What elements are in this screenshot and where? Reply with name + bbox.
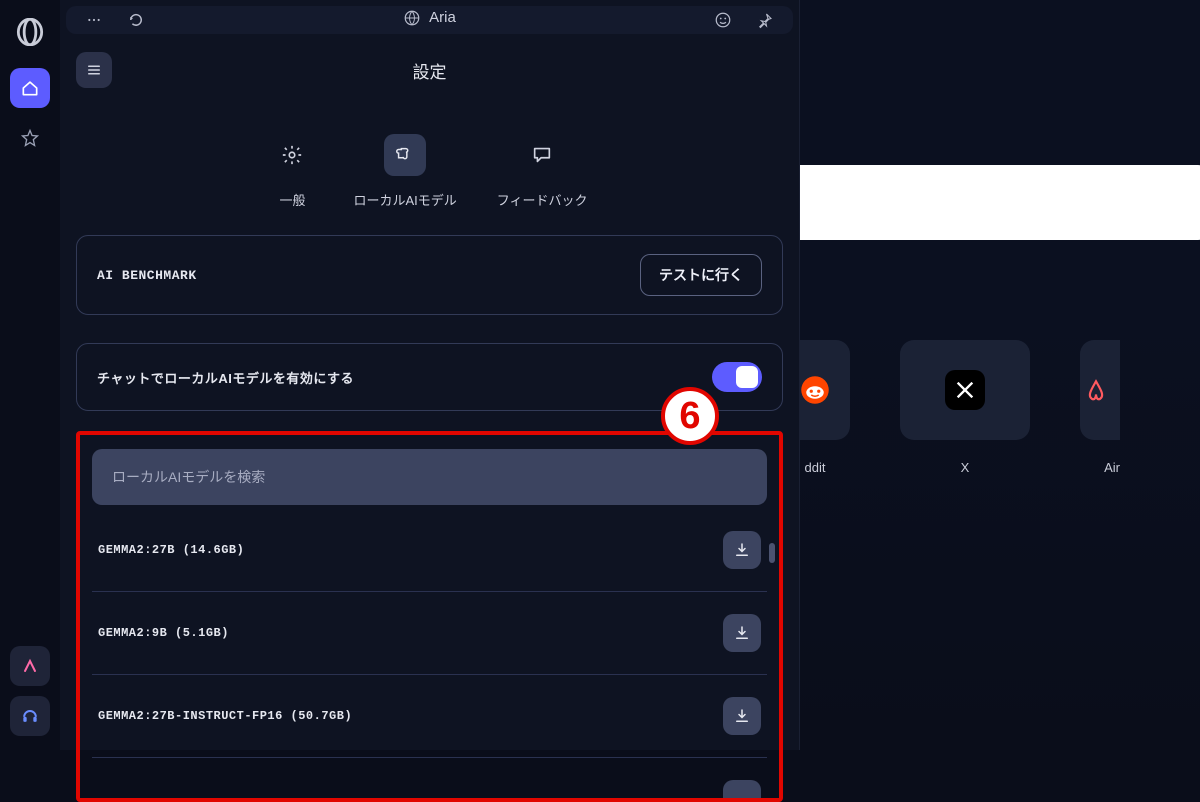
model-row: GEMMA2:27B-INSTRUCT-FP16 (50.7GB) xyxy=(92,675,767,758)
tab-label: 一般 xyxy=(279,190,305,209)
speed-dial-label: Air xyxy=(1080,460,1120,475)
tab-general[interactable]: 一般 xyxy=(271,134,313,209)
download-button[interactable] xyxy=(723,614,761,652)
enable-local-label: チャットでローカルAIモデルを有効にする xyxy=(97,368,354,387)
speed-dial-tile-x[interactable] xyxy=(900,340,1030,440)
download-button[interactable] xyxy=(723,697,761,735)
chat-icon xyxy=(521,134,563,176)
download-icon xyxy=(733,541,751,559)
tab-label: フィードバック xyxy=(497,190,588,209)
tab-local-ai[interactable]: ローカルAIモデル xyxy=(353,134,456,209)
rail-home[interactable] xyxy=(10,68,50,108)
model-row xyxy=(92,758,767,798)
benchmark-card: AI BENCHMARK テストに行く xyxy=(76,235,783,315)
model-search-input[interactable]: ローカルAIモデルを検索 xyxy=(92,449,767,505)
annotation-callout: 6 xyxy=(661,387,719,445)
gear-icon xyxy=(271,134,313,176)
model-row: GEMMA2:9B (5.1GB) xyxy=(92,592,767,675)
rail-app-1[interactable] xyxy=(10,646,50,686)
reload-icon[interactable] xyxy=(122,6,150,34)
model-name: GEMMA2:9B (5.1GB) xyxy=(98,626,229,640)
download-button[interactable] xyxy=(723,531,761,569)
app-rail xyxy=(0,0,60,750)
opera-logo-icon xyxy=(16,18,44,46)
benchmark-button[interactable]: テストに行く xyxy=(640,254,762,296)
rail-bookmarks[interactable] xyxy=(10,118,50,158)
panel-titlebar: Aria xyxy=(66,6,793,34)
speed-dial-tile-airbnb[interactable] xyxy=(1080,340,1120,440)
benchmark-label: AI BENCHMARK xyxy=(97,268,197,283)
enable-local-toggle[interactable] xyxy=(712,362,762,392)
panel-title-text: Aria xyxy=(429,9,456,26)
panel-title: Aria xyxy=(403,9,456,27)
download-icon xyxy=(733,707,751,725)
model-row: GEMMA2:27B (14.6GB) xyxy=(92,509,767,592)
settings-title: 設定 xyxy=(60,58,799,83)
aria-panel: Aria 設定 一般 ローカルAIモデル xyxy=(60,0,800,750)
settings-tabs: 一般 ローカルAIモデル フィードバック xyxy=(60,106,799,221)
download-icon xyxy=(733,624,751,642)
rail-app-2[interactable] xyxy=(10,696,50,736)
pin-icon[interactable] xyxy=(751,6,779,34)
puzzle-icon xyxy=(384,134,426,176)
model-name: GEMMA2:27B-INSTRUCT-FP16 (50.7GB) xyxy=(98,709,352,723)
model-list: GEMMA2:27B (14.6GB) GEMMA2:9B (5.1GB) GE… xyxy=(92,509,767,798)
tab-label: ローカルAIモデル xyxy=(353,190,456,209)
download-button[interactable] xyxy=(723,780,761,798)
settings-header: 設定 xyxy=(60,34,799,106)
model-name xyxy=(98,782,106,796)
speed-dial-background: ddit X Air xyxy=(800,0,1200,750)
globe-icon xyxy=(403,9,421,27)
model-name: GEMMA2:27B (14.6GB) xyxy=(98,543,244,557)
speed-dial-label: X xyxy=(900,460,1030,475)
scrollbar-thumb[interactable] xyxy=(769,543,775,563)
emoji-icon[interactable] xyxy=(709,6,737,34)
more-icon[interactable] xyxy=(80,6,108,34)
tab-feedback[interactable]: フィードバック xyxy=(497,134,588,209)
models-section: ローカルAIモデルを検索 GEMMA2:27B (14.6GB) GEMMA2:… xyxy=(76,431,783,802)
